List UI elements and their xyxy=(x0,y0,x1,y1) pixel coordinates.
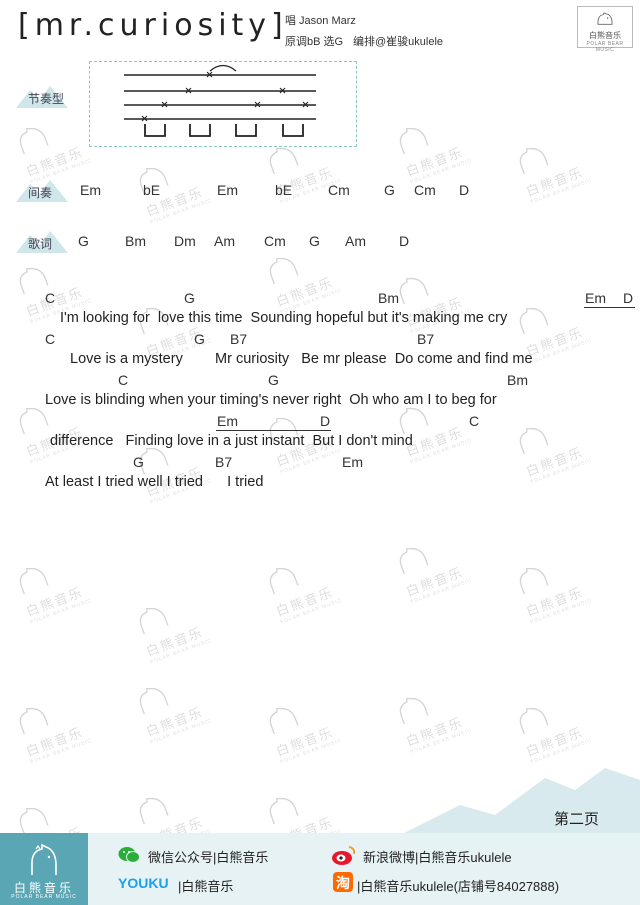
chord: D xyxy=(459,182,470,198)
verse-tag: 歌词 xyxy=(16,227,76,255)
taobao-icon: 淘 xyxy=(333,872,353,892)
chord: Em xyxy=(585,290,606,306)
chord: G xyxy=(133,454,144,470)
chord: G xyxy=(194,331,205,347)
key-info: 原调bB 选G xyxy=(285,36,344,48)
youku-logo: YOUKU xyxy=(118,875,169,891)
lyric-line: difference Finding love in a just instan… xyxy=(50,433,413,449)
intro-label: 间奏 xyxy=(28,186,53,200)
taobao-shop[interactable]: |白熊音乐ukulele(店铺号84027888) xyxy=(357,876,559,895)
arranger: 编排@崔骏ukulele xyxy=(353,36,444,48)
logo-text: 白熊音乐 xyxy=(589,31,621,40)
watermark-stamp: 白熊音乐POLAR BEAR MUSIC xyxy=(12,110,93,186)
chord: Cm xyxy=(328,182,350,198)
chord: Cm xyxy=(264,233,286,249)
watermark-stamp: 白熊音乐POLAR BEAR MUSIC xyxy=(512,410,593,486)
chord: Dm xyxy=(174,233,196,249)
watermark-stamp: 白熊音乐POLAR BEAR MUSIC xyxy=(512,690,593,766)
watermark-stamp: 白熊音乐POLAR BEAR MUSIC xyxy=(512,550,593,626)
chord: Cm xyxy=(414,182,436,198)
watermark-stamp: 白熊音乐POLAR BEAR MUSIC xyxy=(392,680,473,756)
watermark-stamp: 白熊音乐POLAR BEAR MUSIC xyxy=(132,590,213,666)
footer-logo-sub: POLAR BEAR MUSIC xyxy=(11,894,77,900)
chord: G xyxy=(384,182,395,198)
chord: Em xyxy=(217,182,238,198)
song-title: [mr.curiosity] xyxy=(18,8,288,43)
watermark-stamp: 白熊音乐POLAR BEAR MUSIC xyxy=(392,110,473,186)
watermark-stamp: 白熊音乐POLAR BEAR MUSIC xyxy=(12,550,93,626)
wechat-icon xyxy=(118,847,140,863)
watermark-stamp: 白熊音乐POLAR BEAR MUSIC xyxy=(262,240,343,316)
chord-underline xyxy=(216,430,331,431)
chord: G xyxy=(268,372,279,388)
chord: Bm xyxy=(507,372,528,388)
chord: Em xyxy=(217,413,238,429)
brand-logo: 白熊音乐 POLAR BEAR MUSIC xyxy=(577,6,633,53)
chord: D xyxy=(623,290,634,306)
chord: bE xyxy=(275,182,293,198)
chord: B7 xyxy=(215,454,233,470)
chord: C xyxy=(45,290,56,306)
chord: Bm xyxy=(125,233,146,249)
wechat-account[interactable]: 微信公众号|白熊音乐 xyxy=(148,847,268,866)
lyric-line: Love is a mystery Mr curiosity Be mr ple… xyxy=(70,351,533,367)
chord: C xyxy=(118,372,129,388)
chord: D xyxy=(320,413,331,429)
youku-account[interactable]: |白熊音乐 xyxy=(178,876,233,895)
watermark-stamp: 白熊音乐POLAR BEAR MUSIC xyxy=(512,130,593,206)
chord: G xyxy=(184,290,195,306)
chord: B7 xyxy=(417,331,435,347)
chord: Em xyxy=(80,182,101,198)
bear-logo-icon xyxy=(31,843,57,875)
intro-tag: 间奏 xyxy=(16,176,76,204)
verse-label: 歌词 xyxy=(28,237,53,251)
lyric-line: I'm looking for love this time Sounding … xyxy=(60,310,508,326)
lyric-line: At least I tried well I tried I tried xyxy=(45,474,264,490)
mountain-decoration xyxy=(400,768,640,835)
singer: 唱 Jason Marz xyxy=(285,15,356,27)
watermark-stamp: 白熊音乐POLAR BEAR MUSIC xyxy=(132,670,213,746)
chord-underline xyxy=(584,307,635,308)
watermark-stamp: 白熊音乐POLAR BEAR MUSIC xyxy=(262,550,343,626)
page-number: 第二页 xyxy=(554,811,600,828)
chord: D xyxy=(399,233,410,249)
rhythm-label: 节奏型 xyxy=(28,92,65,106)
logo-sub: POLAR BEAR MUSIC xyxy=(586,41,624,53)
chord: C xyxy=(469,413,480,429)
weibo-account[interactable]: 新浪微博|白熊音乐ukulele xyxy=(363,847,512,866)
chord: B7 xyxy=(230,331,248,347)
watermark-stamp: 白熊音乐POLAR BEAR MUSIC xyxy=(12,690,93,766)
chord: Bm xyxy=(378,290,399,306)
watermark-stamp: 白熊音乐POLAR BEAR MUSIC xyxy=(392,530,473,606)
weibo-icon xyxy=(332,846,356,865)
strum-tab-diagram xyxy=(124,64,316,137)
chord: C xyxy=(45,331,56,347)
chord: Am xyxy=(345,233,366,249)
rhythm-tag: 节奏型 xyxy=(16,82,76,110)
chord: Am xyxy=(214,233,235,249)
watermark-stamp: 白熊音乐POLAR BEAR MUSIC xyxy=(262,690,343,766)
chord: Em xyxy=(342,454,363,470)
chord: G xyxy=(78,233,89,249)
bear-logo-icon xyxy=(597,12,613,25)
chord: G xyxy=(309,233,320,249)
rhythm-pattern-box xyxy=(89,61,357,147)
chord: bE xyxy=(143,182,161,198)
lyric-line: Love is blinding when your timing's neve… xyxy=(45,392,497,408)
footer-logo: 白熊音乐 POLAR BEAR MUSIC xyxy=(0,833,88,905)
